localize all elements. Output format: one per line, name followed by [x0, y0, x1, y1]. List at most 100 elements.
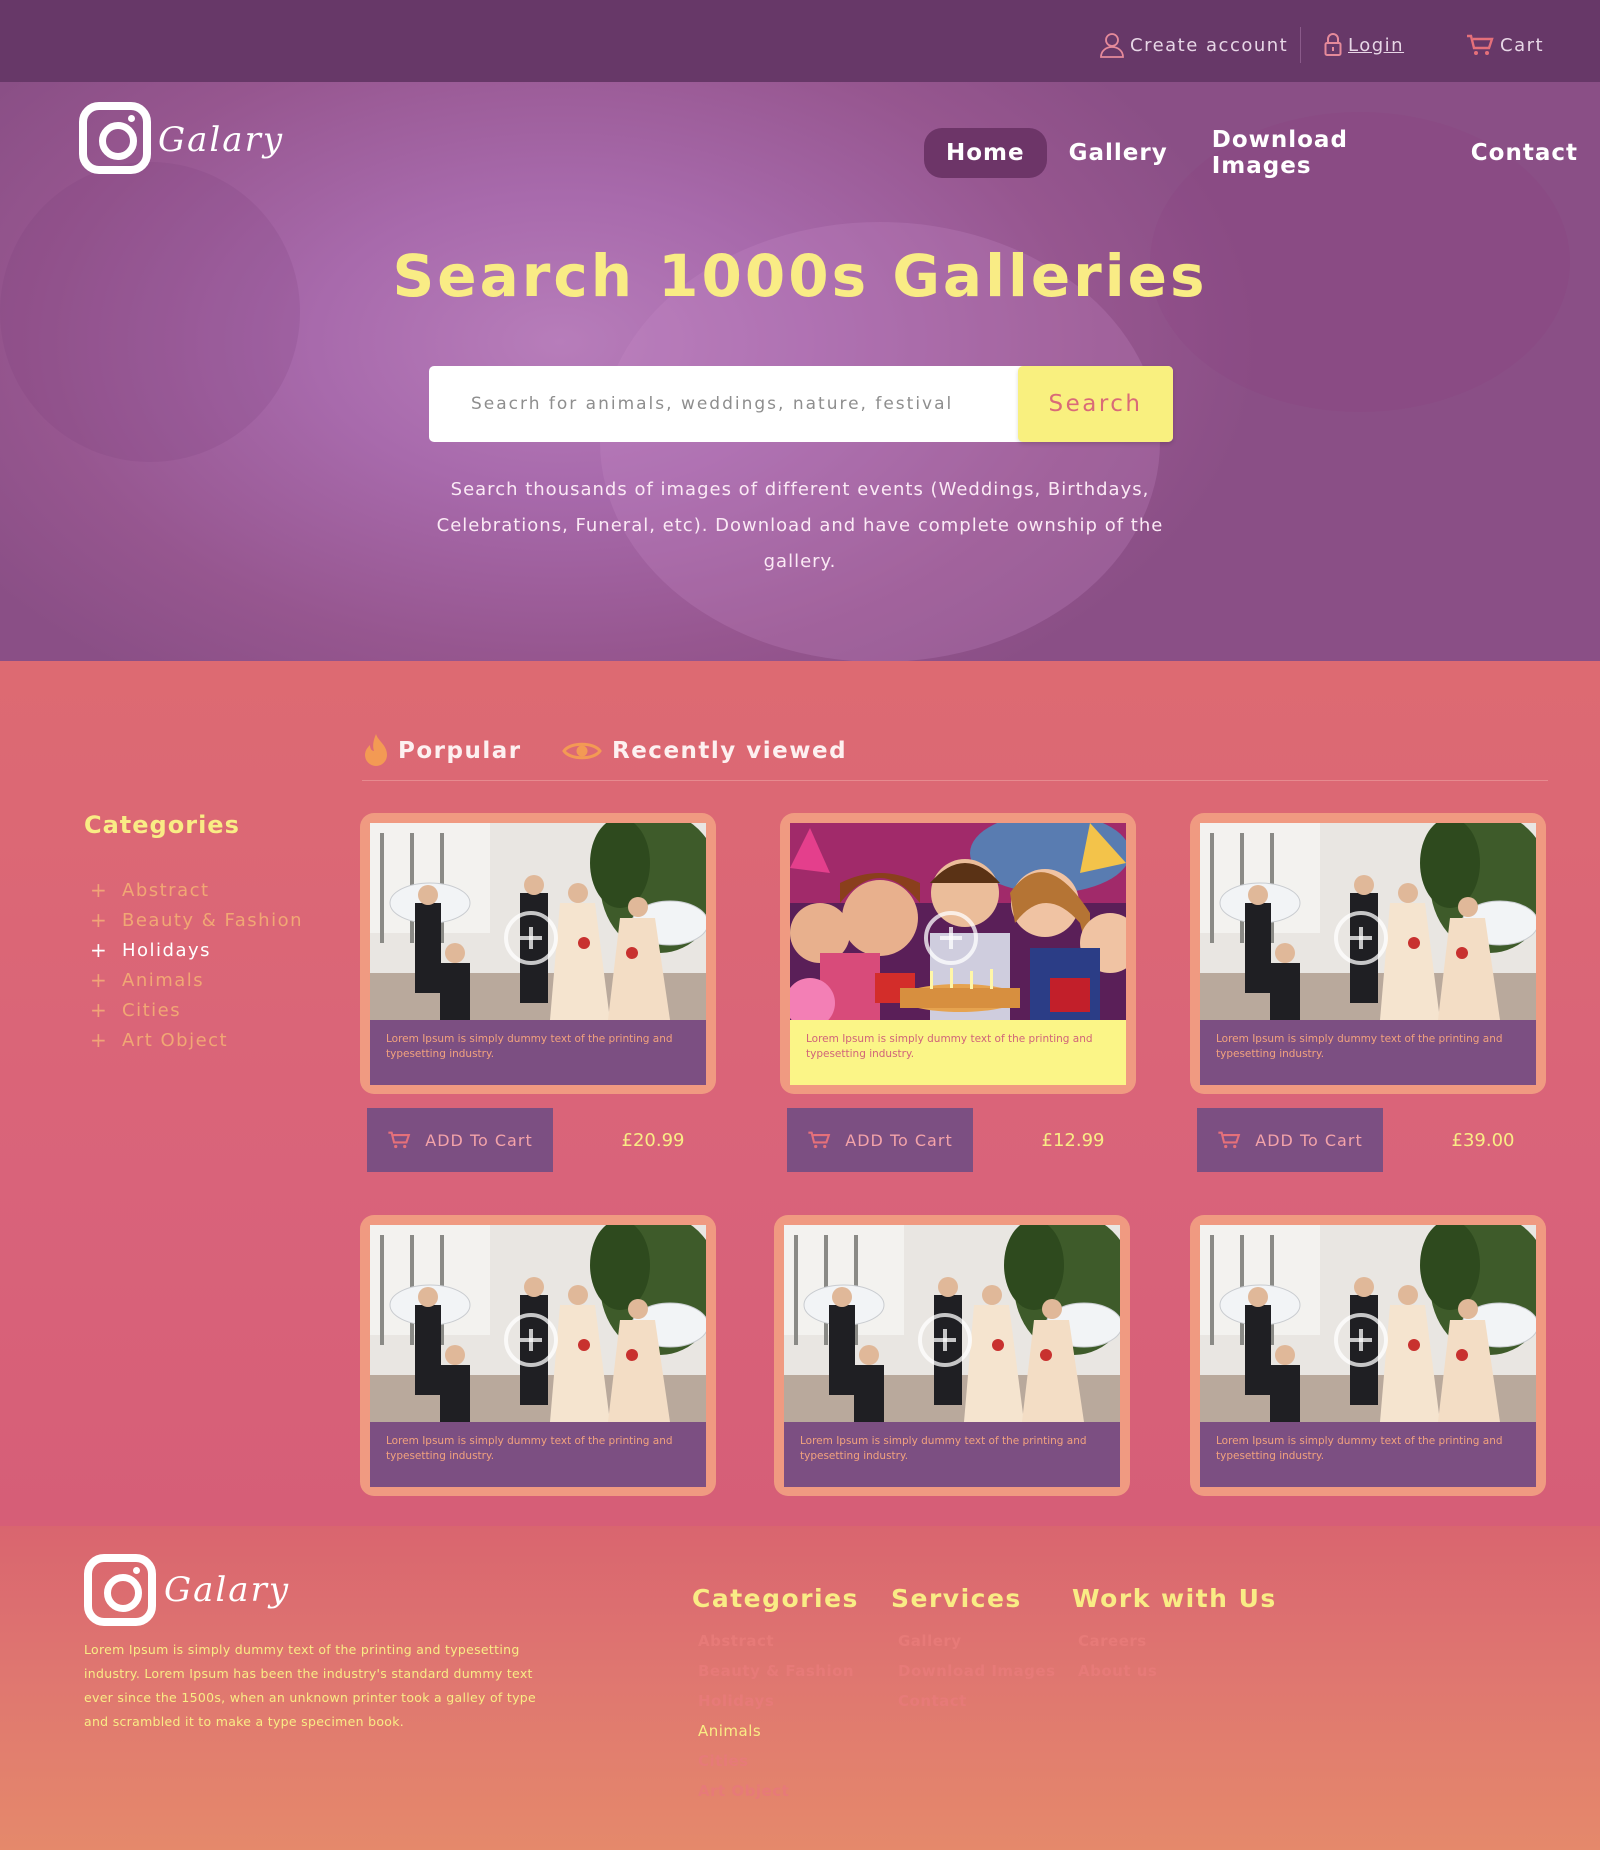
plus-icon: +: [90, 908, 109, 932]
logo-icon[interactable]: [79, 102, 151, 174]
zoom-icon[interactable]: [1334, 911, 1388, 965]
cart-icon: [1218, 1131, 1241, 1149]
card-caption: Lorem Ipsum is simply dummy text of the …: [790, 1020, 1126, 1085]
gallery-card[interactable]: Lorem Ipsum is simply dummy text of the …: [1190, 813, 1546, 1094]
hero-title: Search 1000s Galleries: [392, 242, 1208, 310]
tab-recently-viewed-label: Recently viewed: [612, 738, 848, 764]
search-input[interactable]: [471, 366, 1001, 442]
category-item[interactable]: + Animals: [90, 965, 303, 995]
card-caption: Lorem Ipsum is simply dummy text of the …: [370, 1020, 706, 1085]
gallery-card[interactable]: Lorem Ipsum is simply dummy text of the …: [360, 1215, 716, 1496]
flame-icon: [365, 734, 387, 766]
plus-icon: +: [90, 968, 109, 992]
tab-recently-viewed[interactable]: Recently viewed: [562, 731, 847, 771]
gallery-card[interactable]: Lorem Ipsum is simply dummy text of the …: [1190, 1215, 1546, 1496]
create-account-link[interactable]: Create account: [1100, 30, 1288, 60]
footer-link[interactable]: Careers: [1078, 1626, 1157, 1656]
wedding-photo[interactable]: [1200, 823, 1536, 1020]
plus-icon: +: [90, 998, 109, 1022]
add-to-cart-button[interactable]: ADD To Cart: [1197, 1108, 1383, 1172]
category-label: Art Object: [122, 1029, 229, 1051]
card-caption: Lorem Ipsum is simply dummy text of the …: [370, 1422, 706, 1487]
footer-link[interactable]: Animals: [698, 1716, 854, 1746]
categories-list: + Abstract + Beauty & Fashion + Holidays + A…: [90, 875, 303, 1055]
hero-description: Search thousands of images of different …: [436, 479, 1164, 572]
zoom-icon[interactable]: [924, 911, 978, 965]
hero-background-blur: [0, 162, 300, 462]
card-caption: Lorem Ipsum is simply dummy text of the …: [1200, 1422, 1536, 1487]
footer-logo-icon[interactable]: [84, 1554, 156, 1626]
zoom-icon[interactable]: [504, 911, 558, 965]
add-to-cart-button[interactable]: ADD To Cart: [367, 1108, 553, 1172]
footer-services-list: Gallery Download Images Contact: [898, 1626, 1056, 1716]
price-label: £12.99: [1041, 1129, 1105, 1151]
footer-categories-list: Abstract Beauty & Fashion Holidays Anima…: [698, 1626, 854, 1806]
category-item[interactable]: + Abstract: [90, 875, 303, 905]
category-item[interactable]: + Cities: [90, 995, 303, 1025]
plus-icon: +: [90, 1028, 109, 1052]
category-label: Animals: [122, 969, 205, 991]
nav-contact[interactable]: Contact: [1449, 128, 1600, 178]
birthday-party-photo[interactable]: [790, 823, 1126, 1020]
wedding-photo[interactable]: [370, 823, 706, 1020]
category-item[interactable]: + Beauty & Fashion: [90, 905, 303, 935]
price-label: £20.99: [621, 1129, 685, 1151]
topbar-divider: [1300, 27, 1301, 63]
footer-link[interactable]: Gallery: [898, 1626, 1056, 1656]
zoom-icon[interactable]: [504, 1313, 558, 1367]
plus-icon: +: [90, 878, 109, 902]
login-label: Login: [1348, 34, 1405, 56]
wedding-photo[interactable]: [1200, 1225, 1536, 1422]
top-bar: Create account Login Cart: [0, 0, 1600, 82]
tab-popular[interactable]: Porpular: [364, 731, 522, 771]
category-item[interactable]: + Art Object: [90, 1025, 303, 1055]
footer-services-title: Services: [891, 1584, 1022, 1613]
category-label: Abstract: [122, 879, 210, 901]
search-button[interactable]: Search: [1018, 366, 1173, 442]
cart-icon: [808, 1131, 831, 1149]
add-to-cart-label: ADD To Cart: [425, 1130, 533, 1150]
add-to-cart-label: ADD To Cart: [1255, 1130, 1363, 1150]
cart-link[interactable]: Cart: [1466, 30, 1544, 60]
footer-link[interactable]: About us: [1078, 1656, 1157, 1686]
card-caption: Lorem Ipsum is simply dummy text of the …: [784, 1422, 1120, 1487]
category-item[interactable]: + Holidays: [90, 935, 303, 965]
footer: Galary Lorem Ipsum is simply dummy text …: [0, 1526, 1600, 1850]
tab-popular-label: Porpular: [398, 738, 522, 764]
logo-text[interactable]: Galary: [158, 120, 284, 160]
footer-link[interactable]: Contact: [898, 1686, 1056, 1716]
footer-logo-text[interactable]: Galary: [164, 1570, 290, 1610]
footer-categories-title: Categories: [692, 1584, 859, 1613]
nav-home[interactable]: Home: [924, 128, 1047, 178]
login-link[interactable]: Login: [1324, 30, 1404, 60]
create-account-label: Create account: [1130, 34, 1289, 56]
footer-link[interactable]: Beauty & Fashion: [698, 1656, 854, 1686]
footer-description: Lorem Ipsum is simply dummy text of the …: [84, 1642, 537, 1729]
footer-link[interactable]: Abstract: [698, 1626, 854, 1656]
gallery-card[interactable]: Lorem Ipsum is simply dummy text of the …: [360, 813, 716, 1094]
wedding-photo[interactable]: [784, 1225, 1120, 1422]
user-icon: [1100, 33, 1124, 58]
nav-download-images[interactable]: Download Images: [1190, 127, 1449, 179]
footer-link[interactable]: Download Images: [898, 1656, 1056, 1686]
footer-link[interactable]: Holidays: [698, 1686, 854, 1716]
wedding-photo[interactable]: [370, 1225, 706, 1422]
gallery-card[interactable]: Lorem Ipsum is simply dummy text of the …: [774, 1215, 1130, 1496]
gallery-card[interactable]: Lorem Ipsum is simply dummy text of the …: [780, 813, 1136, 1094]
footer-work-list: Careers About us: [1078, 1626, 1157, 1686]
price-label: £39.00: [1451, 1129, 1515, 1151]
cart-label: Cart: [1500, 34, 1545, 56]
card-caption: Lorem Ipsum is simply dummy text of the …: [1200, 1020, 1536, 1085]
hero-section: Galary Home Gallery Download Images Cont…: [0, 82, 1600, 661]
zoom-icon[interactable]: [918, 1313, 972, 1367]
categories-title: Categories: [84, 811, 240, 839]
lock-icon: [1324, 33, 1342, 56]
gallery-section: Porpular Recently viewed Categories + Abs…: [0, 661, 1600, 1526]
footer-link[interactable]: Art Object: [698, 1776, 854, 1806]
nav-gallery[interactable]: Gallery: [1047, 128, 1190, 178]
zoom-icon[interactable]: [1334, 1313, 1388, 1367]
add-to-cart-button[interactable]: ADD To Cart: [787, 1108, 973, 1172]
eye-icon: [562, 742, 602, 760]
footer-link[interactable]: Cities: [698, 1746, 854, 1776]
add-to-cart-label: ADD To Cart: [845, 1130, 953, 1150]
